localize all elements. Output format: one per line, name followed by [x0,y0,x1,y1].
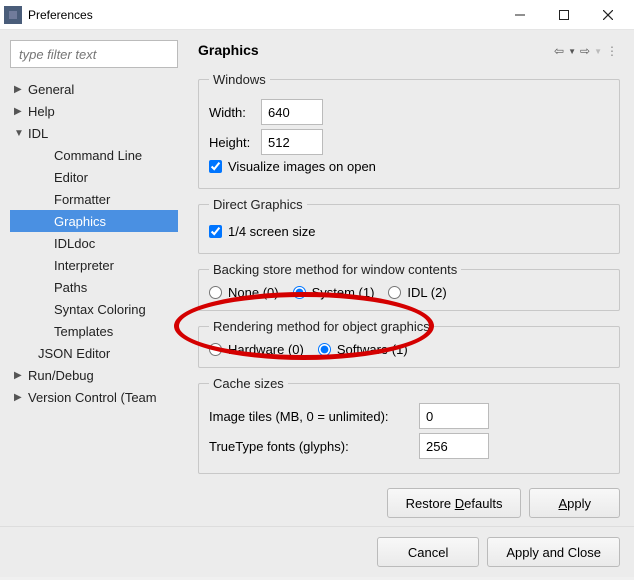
tree-formatter[interactable]: Formatter [10,188,178,210]
forward-icon[interactable]: ⇨ [580,44,590,58]
tree-idldoc[interactable]: IDLdoc [10,232,178,254]
tree-help[interactable]: ▶Help [10,100,178,122]
visualize-checkbox[interactable] [209,160,222,173]
tree-paths[interactable]: Paths [10,276,178,298]
windows-legend: Windows [209,72,270,87]
windows-group: Windows Width: Height: Visualize images … [198,72,620,189]
app-icon [4,6,22,24]
tree-rundebug[interactable]: ▶Run/Debug [10,364,178,386]
tiles-input[interactable] [419,403,489,429]
tree-interpreter[interactable]: Interpreter [10,254,178,276]
main-panel: Graphics ⇦ ▼ ⇨ ▼ ⋮ Windows Width: Height… [186,30,634,526]
tiles-label: Image tiles (MB, 0 = unlimited): [209,409,419,424]
rendering-legend: Rendering method for object graphics [209,319,434,334]
sidebar: ▶General ▶Help ▼IDL Command Line Editor … [0,30,186,526]
direct-graphics-group: Direct Graphics 1/4 screen size [198,197,620,254]
window-title: Preferences [28,8,498,22]
rendering-software[interactable]: Software (1) [318,342,408,357]
minimize-button[interactable] [498,0,542,30]
menu-icon[interactable]: ⋮ [606,44,618,58]
back-menu-icon[interactable]: ▼ [568,47,576,56]
back-icon[interactable]: ⇦ [554,44,564,58]
width-input[interactable] [261,99,323,125]
tree-templates[interactable]: Templates [10,320,178,342]
tree-json-editor[interactable]: JSON Editor [10,342,178,364]
tree-graphics[interactable]: Graphics [10,210,178,232]
cancel-button[interactable]: Cancel [377,537,479,567]
width-label: Width: [209,105,261,120]
height-label: Height: [209,135,261,150]
tree-syntax[interactable]: Syntax Coloring [10,298,178,320]
cache-legend: Cache sizes [209,376,288,391]
tree-editor[interactable]: Editor [10,166,178,188]
filter-input[interactable] [10,40,178,68]
cache-group: Cache sizes Image tiles (MB, 0 = unlimit… [198,376,620,474]
dialog-buttons: Cancel Apply and Close [0,526,634,577]
restore-defaults-button[interactable]: Restore Defaults [387,488,522,518]
height-input[interactable] [261,129,323,155]
close-button[interactable] [586,0,630,30]
tree-version-control[interactable]: ▶Version Control (Team [10,386,178,408]
backing-idl[interactable]: IDL (2) [388,285,446,300]
fonts-label: TrueType fonts (glyphs): [209,439,419,454]
tree-command-line[interactable]: Command Line [10,144,178,166]
rendering-group: Rendering method for object graphics Har… [198,319,620,368]
quarter-checkbox[interactable] [209,225,222,238]
titlebar: Preferences [0,0,634,30]
backing-system[interactable]: System (1) [293,285,375,300]
fonts-input[interactable] [419,433,489,459]
visualize-label: Visualize images on open [228,159,376,174]
quarter-label: 1/4 screen size [228,224,315,239]
apply-button[interactable]: Apply [529,488,620,518]
tree-idl[interactable]: ▼IDL [10,122,178,144]
forward-menu-icon[interactable]: ▼ [594,47,602,56]
preferences-tree: ▶General ▶Help ▼IDL Command Line Editor … [10,78,178,408]
page-toolbar: ⇦ ▼ ⇨ ▼ ⋮ [554,44,618,58]
tree-general[interactable]: ▶General [10,78,178,100]
backing-legend: Backing store method for window contents [209,262,461,277]
apply-close-button[interactable]: Apply and Close [487,537,620,567]
rendering-hardware[interactable]: Hardware (0) [209,342,304,357]
maximize-button[interactable] [542,0,586,30]
backing-store-group: Backing store method for window contents… [198,262,620,311]
direct-legend: Direct Graphics [209,197,307,212]
backing-none[interactable]: None (0) [209,285,279,300]
